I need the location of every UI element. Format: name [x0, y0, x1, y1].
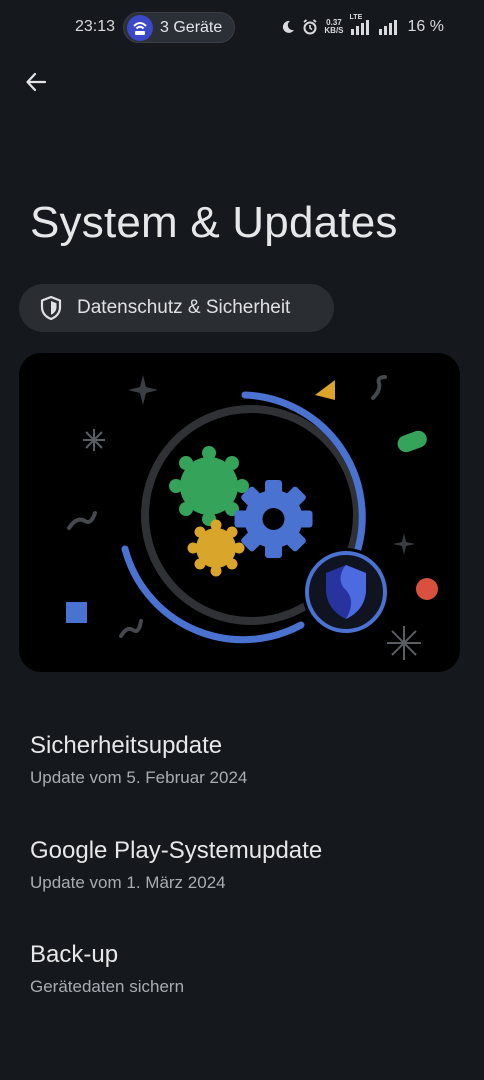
privacy-security-label: Datenschutz & Sicherheit [77, 297, 291, 318]
status-time: 23:13 [75, 18, 116, 35]
arrow-left-icon [26, 72, 47, 92]
system-updates-illustration [19, 353, 460, 672]
do-not-disturb-moon-icon [283, 20, 295, 33]
asterisk-icon [387, 626, 421, 660]
red-dot-shape [416, 578, 438, 600]
shield-icon [40, 295, 62, 321]
back-button[interactable] [18, 64, 54, 100]
privacy-security-chip[interactable]: Datenschutz & Sicherheit [19, 284, 334, 332]
signal-strength-icon [378, 20, 397, 35]
hotspot-icon [127, 15, 153, 41]
google-play-system-update-item[interactable]: Google Play-Systemupdate Update vom 1. M… [30, 837, 460, 893]
sparkle-icon [393, 533, 415, 555]
security-update-subtitle: Update vom 5. Februar 2024 [30, 768, 248, 787]
squiggle-icon [371, 375, 387, 400]
asterisk-icon [83, 429, 105, 451]
hotspot-chip[interactable]: 3 Geräte [123, 12, 235, 43]
gear-icon [234, 480, 313, 558]
blue-square-shape [66, 602, 87, 623]
google-play-update-subtitle: Update vom 1. März 2024 [30, 873, 226, 892]
backup-title: Back-up [30, 941, 119, 968]
hotspot-label: 3 Geräte [160, 19, 223, 36]
squiggle-icon [67, 511, 97, 530]
battery-percentage: 16 % [407, 18, 444, 35]
network-speed: 0.37 KB/S [324, 19, 343, 35]
network-speed-unit: KB/S [324, 26, 344, 35]
page-title: System & Updates [30, 198, 398, 247]
settings-screen: 23:13 3 Geräte 0.37 KB/S LTE 16 % System… [0, 0, 484, 1080]
status-icons: 0.37 KB/S LTE 16 % [280, 14, 444, 38]
green-pill-shape [397, 430, 427, 453]
sparkle-icon [128, 375, 158, 405]
backup-item[interactable]: Back-up Gerätedaten sichern [30, 941, 460, 997]
yellow-triangle-shape [315, 380, 335, 400]
google-play-update-title: Google Play-Systemupdate [30, 837, 323, 864]
security-update-title: Sicherheitsupdate [30, 732, 223, 759]
lte-signal-icon: LTE [350, 14, 372, 36]
squiggle-icon [119, 619, 143, 638]
status-bar: 23:13 3 Geräte 0.37 KB/S LTE 16 % [0, 0, 484, 56]
backup-subtitle: Gerätedaten sichern [30, 977, 185, 996]
yellow-cog-shape [187, 519, 245, 577]
security-update-item[interactable]: Sicherheitsupdate Update vom 5. Februar … [30, 732, 460, 788]
security-shield-badge [302, 548, 390, 636]
alarm-icon [303, 19, 317, 35]
